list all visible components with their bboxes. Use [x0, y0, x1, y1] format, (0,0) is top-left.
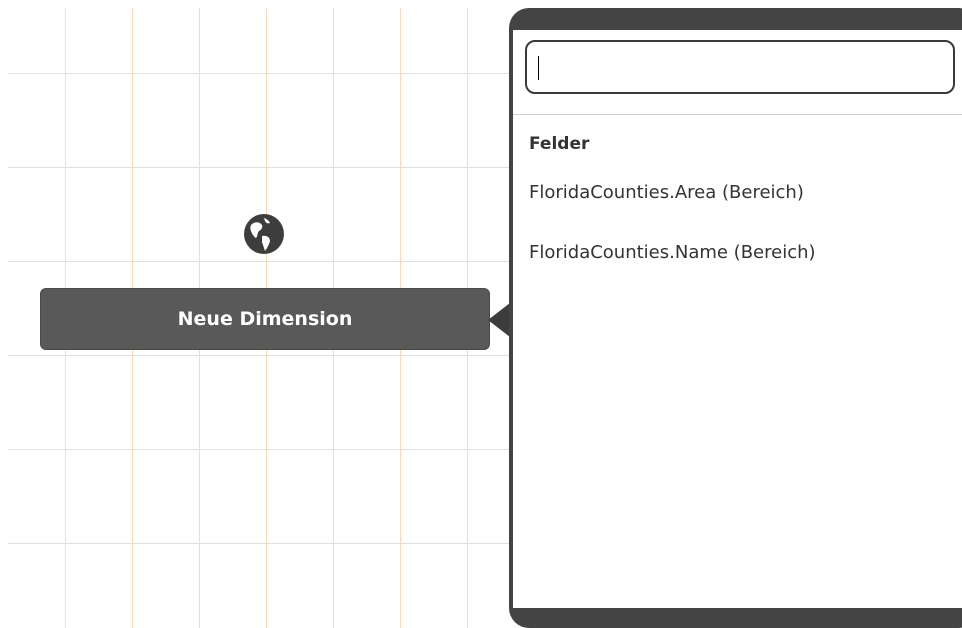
popover-arrow-icon: [488, 303, 510, 337]
globe-icon: [242, 212, 286, 256]
text-cursor: [538, 56, 539, 80]
field-item-name[interactable]: FloridaCounties.Name (Bereich): [529, 242, 816, 263]
field-picker-popover: Felder FloridaCounties.Area (Bereich) Fl…: [509, 8, 962, 628]
new-dimension-button[interactable]: Neue Dimension: [40, 288, 490, 350]
search-input[interactable]: [525, 40, 955, 94]
search-area: [513, 30, 962, 115]
field-picker-body: Felder FloridaCounties.Area (Bereich) Fl…: [513, 30, 962, 608]
field-item-area[interactable]: FloridaCounties.Area (Bereich): [529, 182, 804, 203]
new-dimension-label: Neue Dimension: [177, 308, 353, 330]
fields-section-title: Felder: [529, 134, 590, 154]
